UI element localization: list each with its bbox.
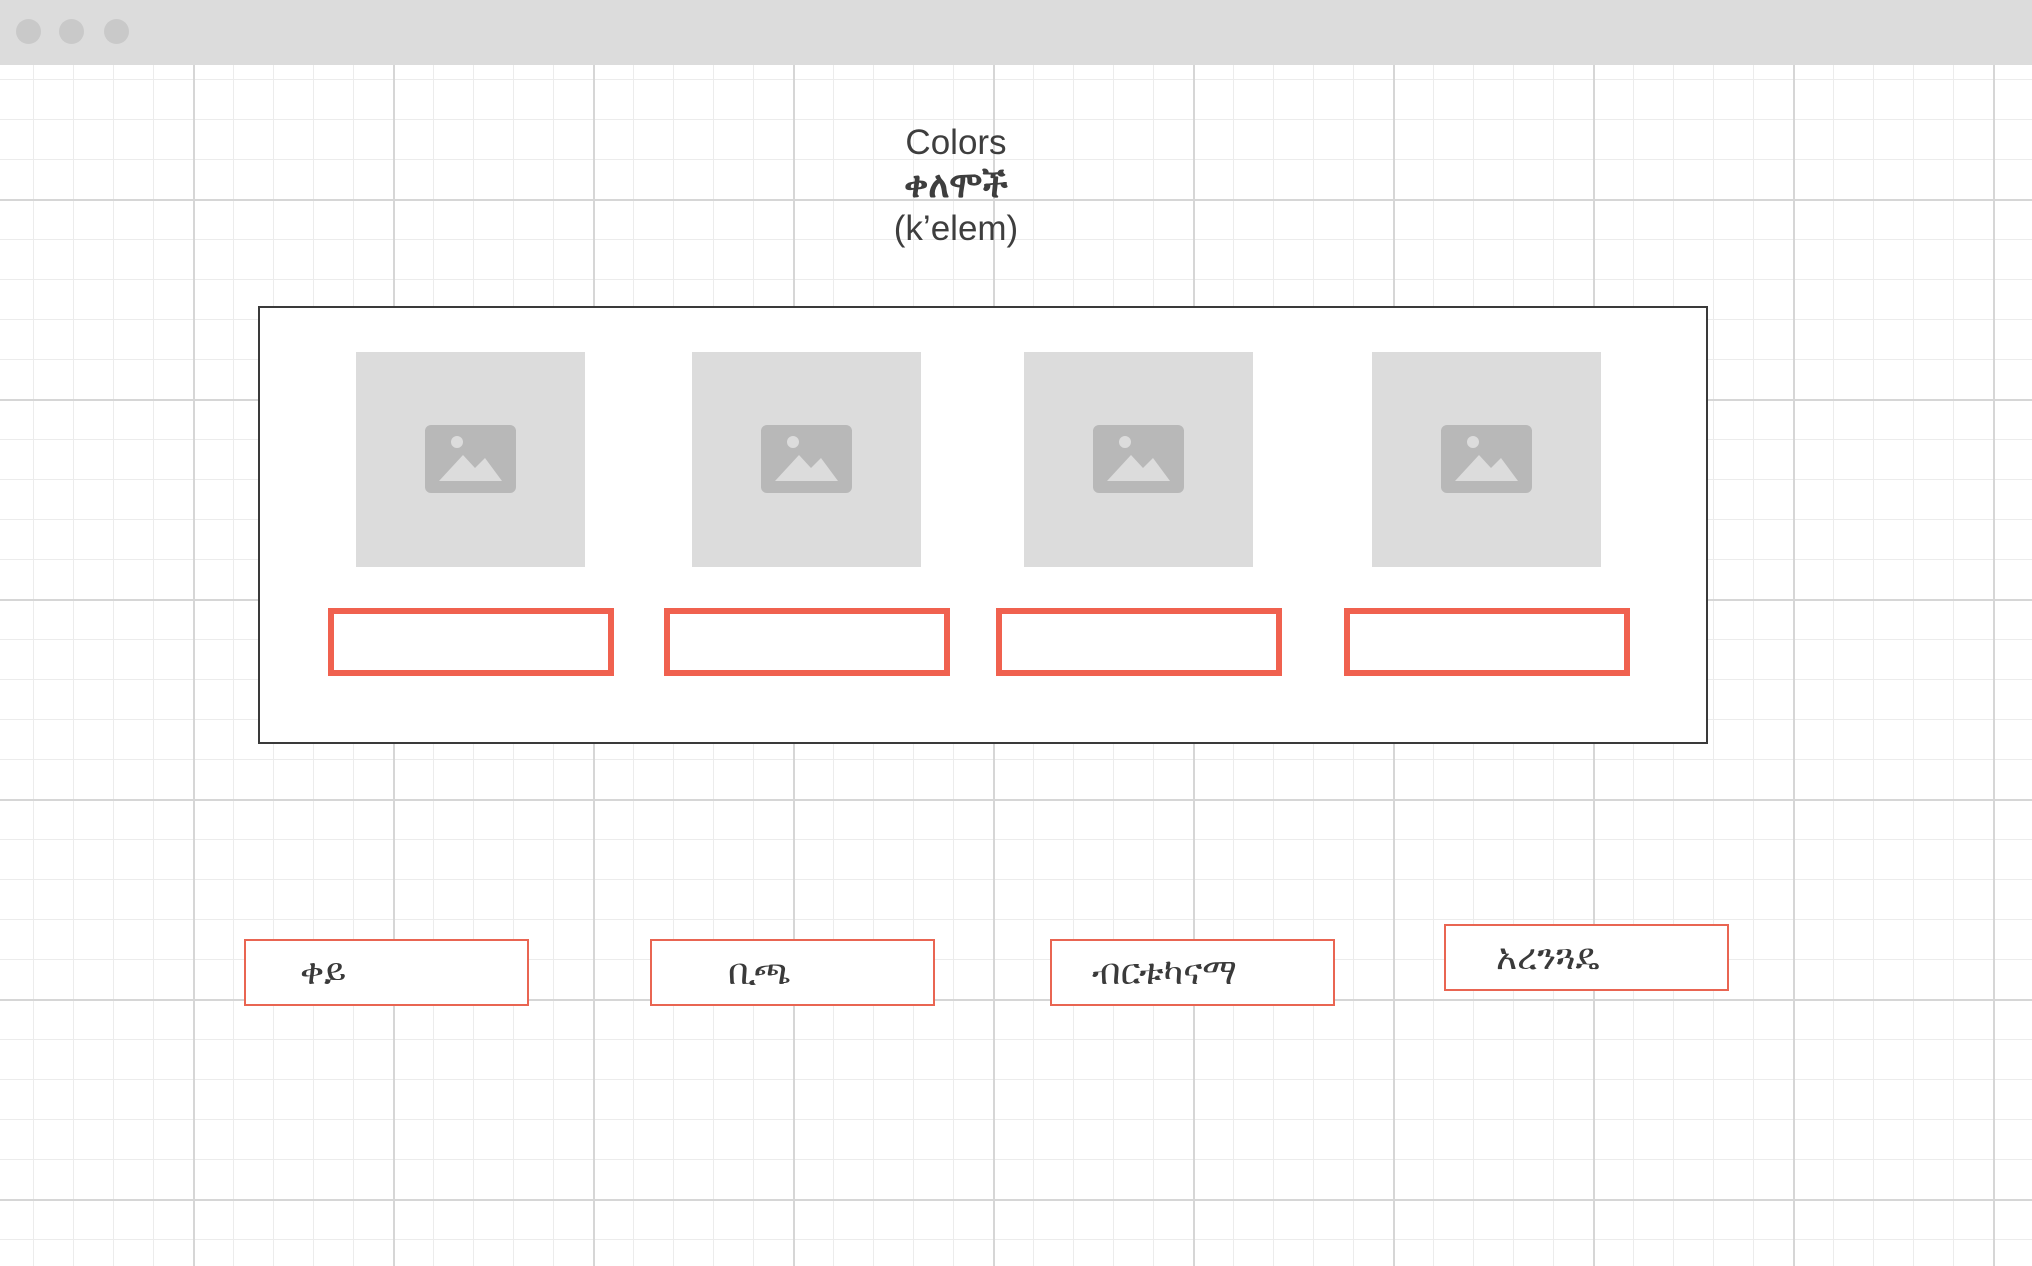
- window-close-button[interactable]: [16, 19, 41, 44]
- word-tile-green[interactable]: አረንጓዴ: [1444, 924, 1729, 991]
- image-placeholder-icon: [425, 425, 516, 493]
- page-title: Colors ቀለሞች (k’elem): [0, 122, 1912, 250]
- word-tile-label: ብርቱካናማ: [1092, 952, 1237, 993]
- word-tile-red[interactable]: ቀይ: [244, 939, 529, 1006]
- answer-drop-box-1[interactable]: [328, 608, 614, 676]
- answer-drop-box-4[interactable]: [1344, 608, 1630, 676]
- word-tile-yellow[interactable]: ቢጫ: [650, 939, 935, 1006]
- word-tile-label: ቀይ: [300, 952, 347, 993]
- word-tile-label: ቢጫ: [728, 952, 792, 993]
- title-transliteration: (k’elem): [893, 209, 1019, 248]
- color-image-3: [1024, 352, 1253, 567]
- title-amharic: ቀለሞች: [904, 165, 1008, 206]
- matching-panel: [258, 306, 1708, 744]
- word-tile-label: አረንጓዴ: [1496, 937, 1600, 978]
- image-placeholder-icon: [1441, 425, 1532, 493]
- color-image-4: [1372, 352, 1601, 567]
- answer-drop-box-3[interactable]: [996, 608, 1282, 676]
- window-minimize-button[interactable]: [59, 19, 84, 44]
- image-placeholder-icon: [1093, 425, 1184, 493]
- window-titlebar: [0, 0, 2032, 65]
- color-image-1: [356, 352, 585, 567]
- answer-drop-box-2[interactable]: [664, 608, 950, 676]
- color-image-2: [692, 352, 921, 567]
- title-english: Colors: [905, 123, 1007, 162]
- image-placeholder-icon: [761, 425, 852, 493]
- word-tile-orange[interactable]: ብርቱካናማ: [1050, 939, 1335, 1006]
- window-maximize-button[interactable]: [104, 19, 129, 44]
